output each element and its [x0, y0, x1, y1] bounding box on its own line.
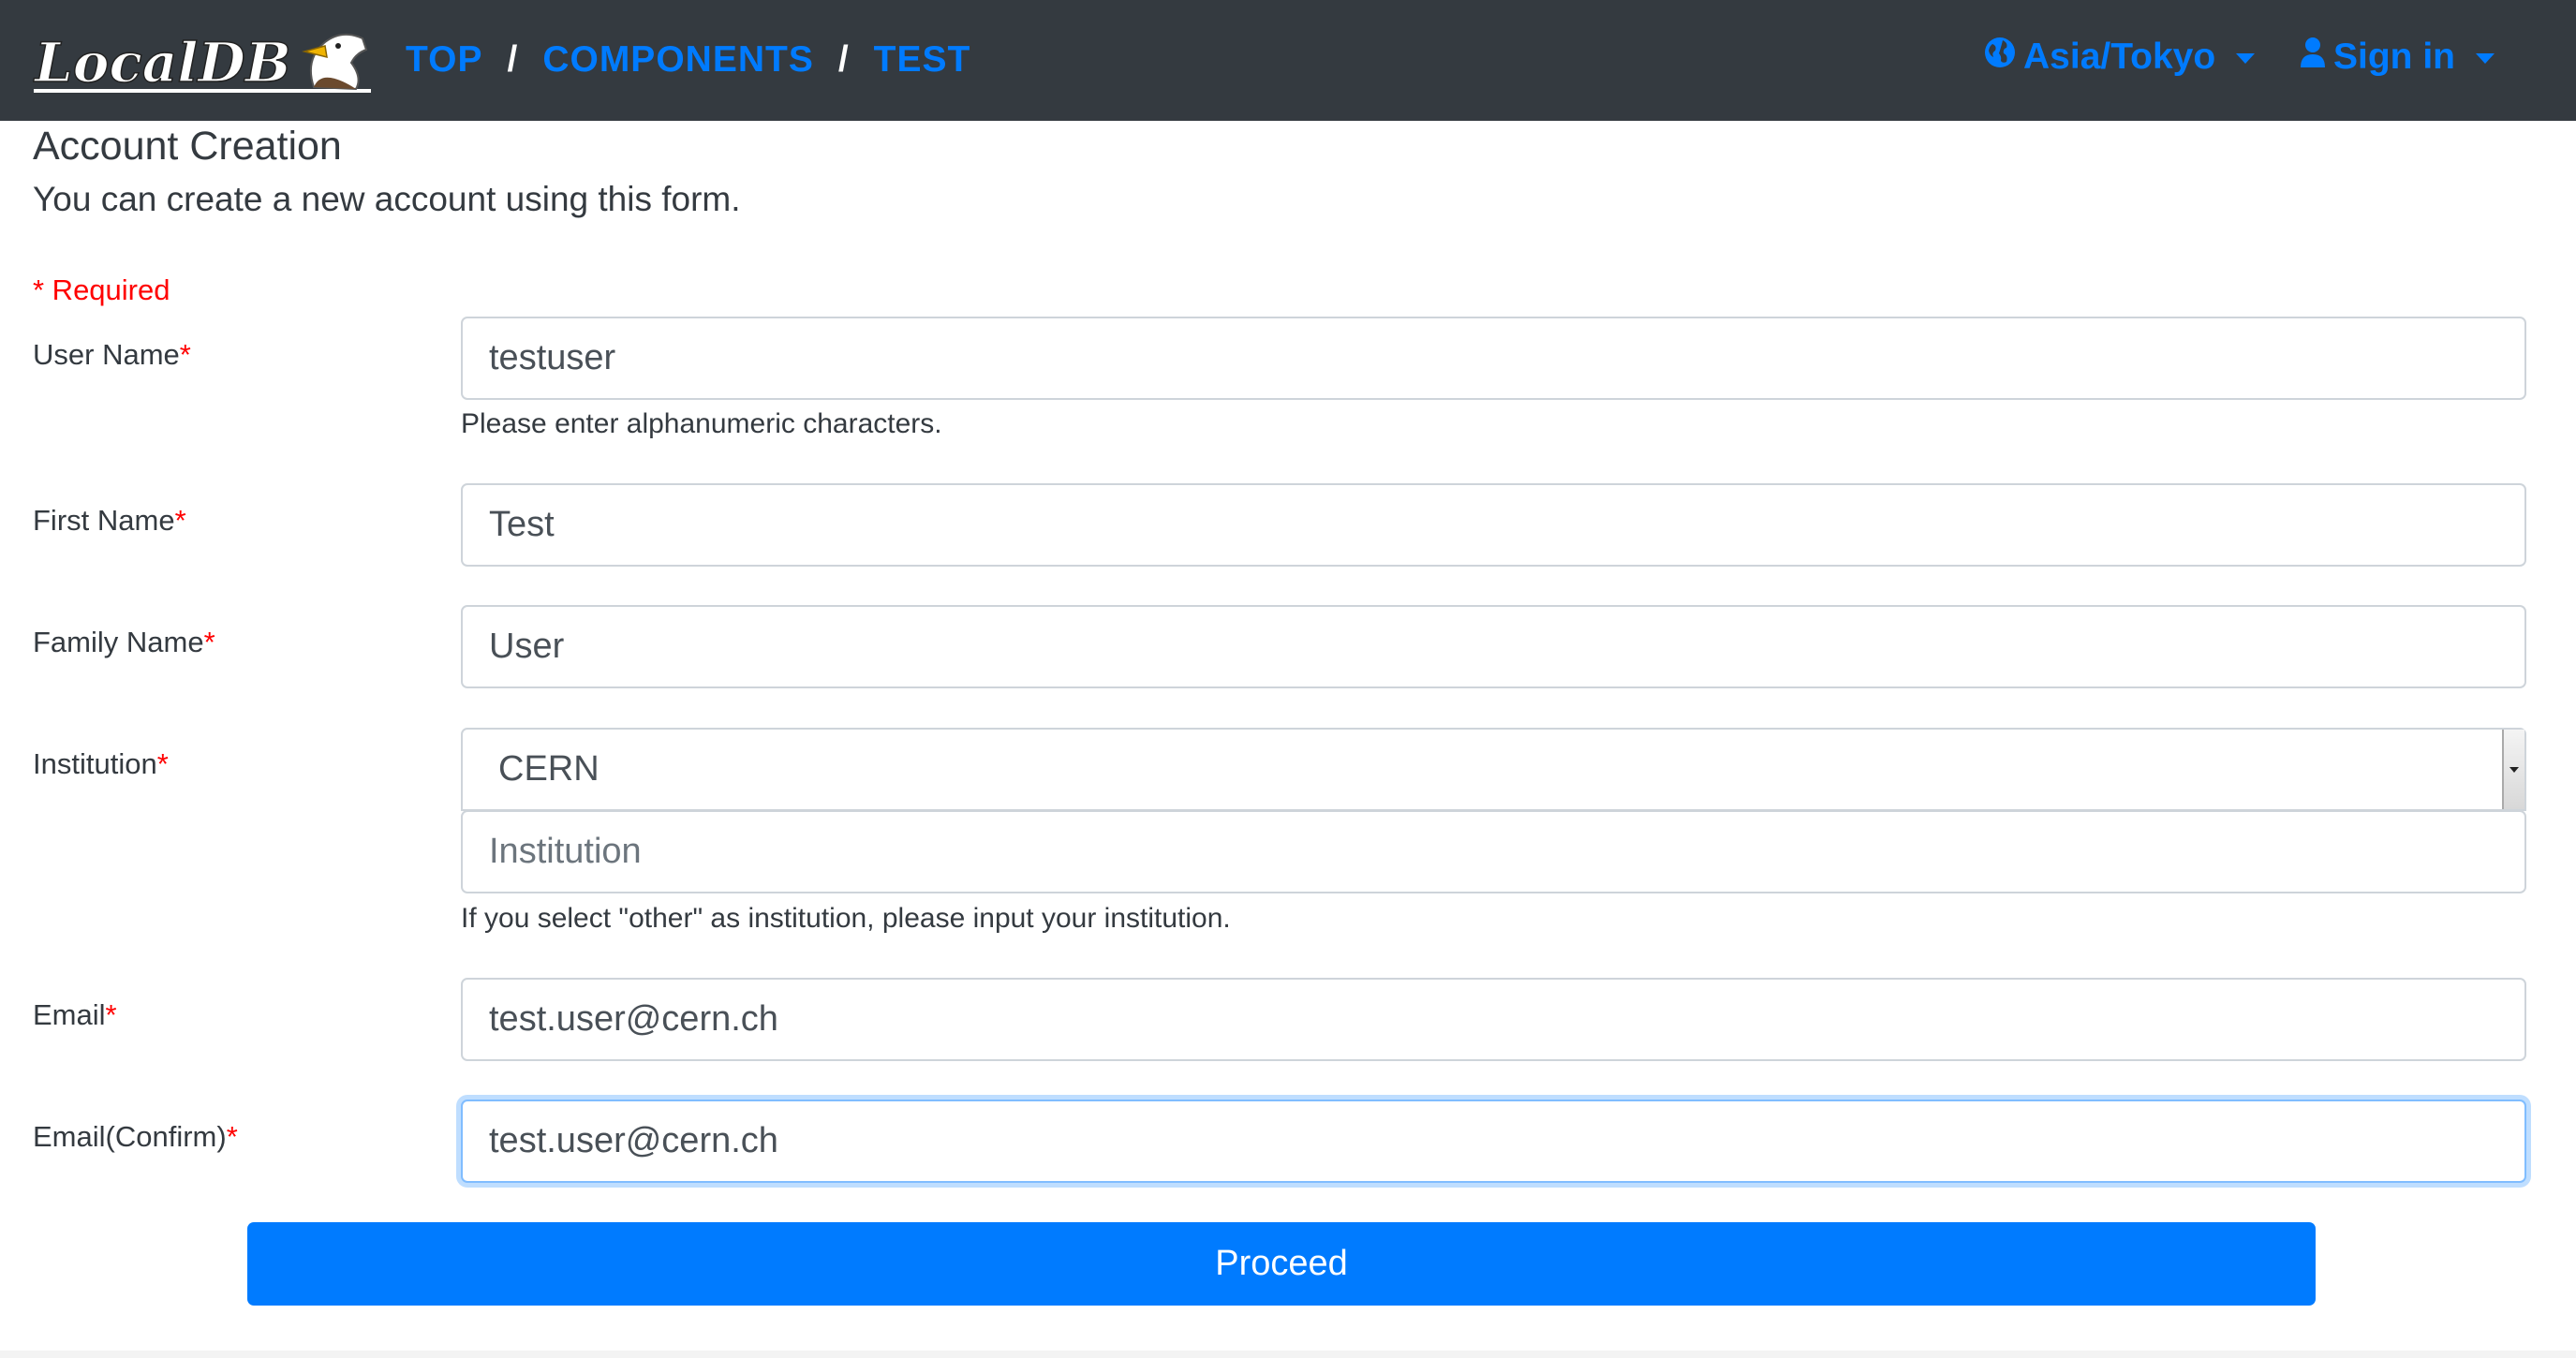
username-label-text: User Name [33, 338, 180, 371]
localdb-logo[interactable]: LocalDB [32, 22, 372, 96]
family-name-label: Family Name* [33, 624, 215, 661]
required-marker: * [179, 338, 191, 371]
institution-label: Institution* [33, 745, 169, 783]
first-name-input[interactable] [461, 483, 2526, 567]
select-arrow-button[interactable] [2502, 730, 2524, 809]
required-marker: * [105, 998, 117, 1031]
email-confirm-label-text: Email(Confirm) [33, 1120, 227, 1153]
breadcrumb-components-link[interactable]: COMPONENTS [542, 39, 814, 81]
institution-other-input[interactable] [461, 810, 2526, 893]
email-input[interactable] [461, 978, 2526, 1061]
first-name-label: First Name* [33, 502, 186, 539]
globe-icon [1984, 37, 2023, 78]
signin-label: Sign in [2333, 37, 2455, 77]
breadcrumb-test-link[interactable]: TEST [874, 39, 971, 81]
email-confirm-label: Email(Confirm)* [33, 1118, 238, 1156]
first-name-label-text: First Name [33, 504, 175, 537]
required-marker: * [174, 504, 186, 537]
page-subtitle: You can create a new account using this … [33, 180, 741, 218]
institution-selected-value: CERN [498, 749, 600, 789]
username-label: User Name* [33, 336, 191, 374]
institution-select[interactable]: CERN [461, 728, 2526, 811]
family-name-label-text: Family Name [33, 626, 204, 658]
required-marker: * [156, 747, 169, 780]
institution-label-text: Institution [33, 747, 157, 780]
dropdown-arrow-icon [2509, 766, 2519, 773]
breadcrumb-separator: / [837, 39, 850, 80]
chevron-down-icon [2476, 52, 2495, 64]
signin-dropdown[interactable]: Sign in [2300, 28, 2495, 86]
email-confirm-input[interactable] [461, 1100, 2526, 1183]
email-label: Email* [33, 996, 117, 1034]
logo-text: LocalDB [33, 31, 291, 95]
timezone-label: Asia/Tokyo [2023, 37, 2216, 77]
username-help-text: Please enter alphanumeric characters. [461, 408, 942, 439]
proceed-button[interactable]: Proceed [247, 1222, 2316, 1306]
timezone-dropdown[interactable]: Asia/Tokyo [1984, 28, 2256, 86]
required-marker: * [226, 1120, 238, 1153]
institution-help-text: If you select "other" as institution, pl… [461, 903, 1231, 934]
username-input[interactable] [461, 317, 2526, 400]
breadcrumb-separator: / [507, 39, 519, 80]
breadcrumb: TOP / COMPONENTS / TEST [406, 36, 970, 84]
required-note: * Required [33, 273, 170, 306]
email-label-text: Email [33, 998, 106, 1031]
page-title: Account Creation [33, 124, 342, 169]
chevron-down-icon [2236, 52, 2256, 64]
breadcrumb-top-link[interactable]: TOP [406, 39, 482, 81]
required-marker: * [203, 626, 215, 658]
user-icon [2300, 37, 2333, 78]
footer-strip [0, 1351, 2576, 1358]
top-navbar: LocalDB TOP / COMPONENTS / TEST Asia/Tok… [0, 0, 2576, 121]
family-name-input[interactable] [461, 605, 2526, 688]
